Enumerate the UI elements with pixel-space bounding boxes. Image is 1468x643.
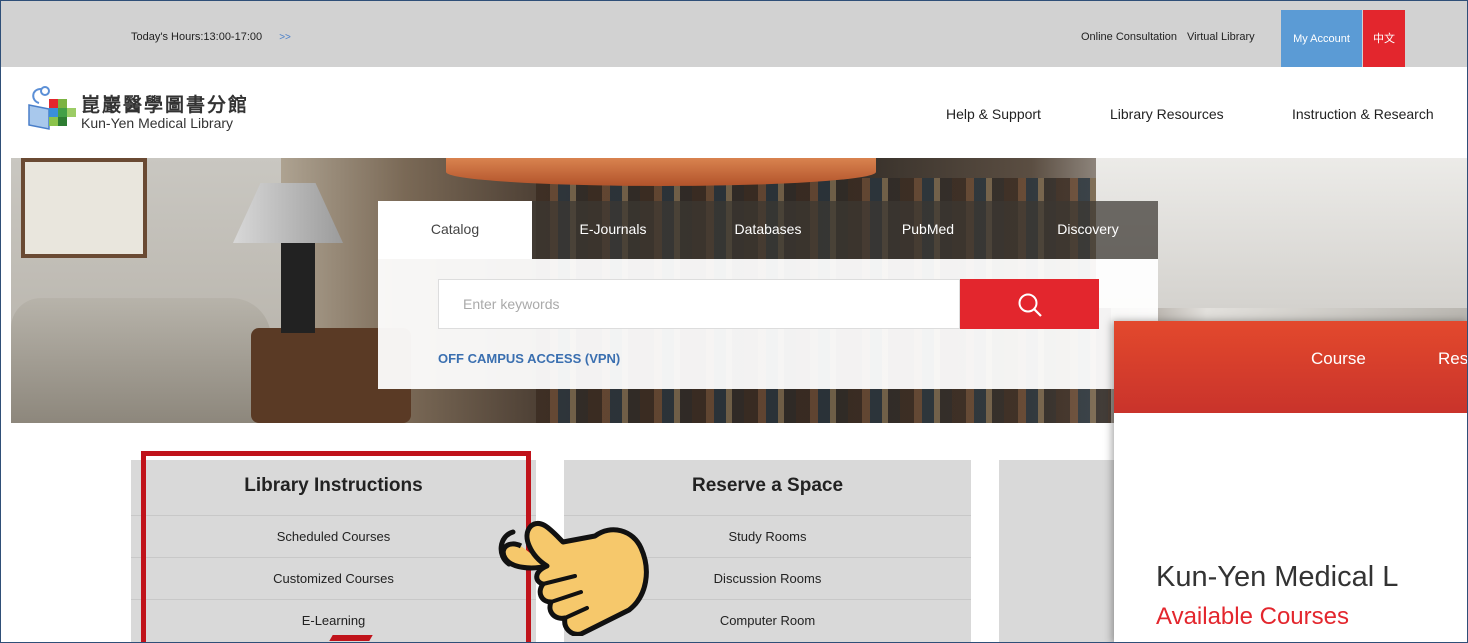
tab-e-journals[interactable]: E-Journals <box>568 201 658 259</box>
browser-page: Today's Hours:13:00-17:00 >> Online Cons… <box>0 0 1468 643</box>
card-title: Reserve a Space <box>691 475 844 496</box>
off-campus-access-link[interactable]: OFF CAMPUS ACCESS (VPN) <box>438 351 620 366</box>
library-name-english: Kun-Yen Medical Library <box>81 115 234 131</box>
online-consultation-link[interactable]: Online Consultation <box>1081 31 1177 43</box>
hero-sofa <box>11 298 271 423</box>
my-account-button[interactable]: My Account <box>1281 10 1362 67</box>
overlay-tab-res[interactable]: Res <box>1438 349 1467 369</box>
hero-lamp-base <box>281 243 315 333</box>
overlay-available-courses-heading: Available Courses <box>1156 603 1349 630</box>
tab-pubmed[interactable]: PubMed <box>888 201 968 259</box>
hero-botanical-frame <box>21 158 147 258</box>
overlay-tab-course[interactable]: Course <box>1311 349 1366 369</box>
virtual-library-link[interactable]: Virtual Library <box>1187 31 1255 43</box>
search-panel: OFF CAMPUS ACCESS (VPN) <box>378 259 1158 389</box>
search-button[interactable] <box>960 279 1099 329</box>
site-header: 崑巖醫學圖書分館 Kun-Yen Medical Library Help & … <box>1 67 1467 158</box>
nav-instruction-research[interactable]: Instruction & Research <box>1292 106 1434 122</box>
opening-hours: Today's Hours:13:00-17:00 >> <box>131 31 291 43</box>
library-name-chinese: 崑巖醫學圖書分館 <box>81 94 250 116</box>
hero-ceiling-lamp <box>446 158 876 186</box>
utility-bar: Today's Hours:13:00-17:00 >> Online Cons… <box>1 1 1467 67</box>
more-hours-link[interactable]: >> <box>279 32 291 43</box>
tab-discovery[interactable]: Discovery <box>1038 201 1138 259</box>
pointing-hand-icon <box>498 520 649 636</box>
nav-library-resources[interactable]: Library Resources <box>1110 106 1224 122</box>
annotation-arrow-tip <box>329 635 373 641</box>
language-toggle-button[interactable]: 中文 <box>1363 10 1405 67</box>
tab-databases[interactable]: Databases <box>718 201 818 259</box>
opening-hours-text: Today's Hours:13:00-17:00 <box>131 31 263 43</box>
annotation-highlight-box <box>141 451 531 642</box>
nav-help-support[interactable]: Help & Support <box>946 106 1041 122</box>
search-input[interactable] <box>438 279 960 329</box>
overlay-course-page: Course Res Kun-Yen Medical L Available C… <box>1114 321 1467 642</box>
overlay-page-title: Kun-Yen Medical L <box>1156 561 1399 593</box>
tab-catalog[interactable]: Catalog <box>378 201 532 259</box>
library-logo-icon[interactable] <box>27 85 79 131</box>
overlay-nav-bar: Course Res <box>1114 321 1467 413</box>
search-icon <box>1018 293 1042 317</box>
card-third-partial <box>999 460 1114 642</box>
search-tabs: Catalog E-Journals Databases PubMed Disc… <box>378 201 1158 259</box>
